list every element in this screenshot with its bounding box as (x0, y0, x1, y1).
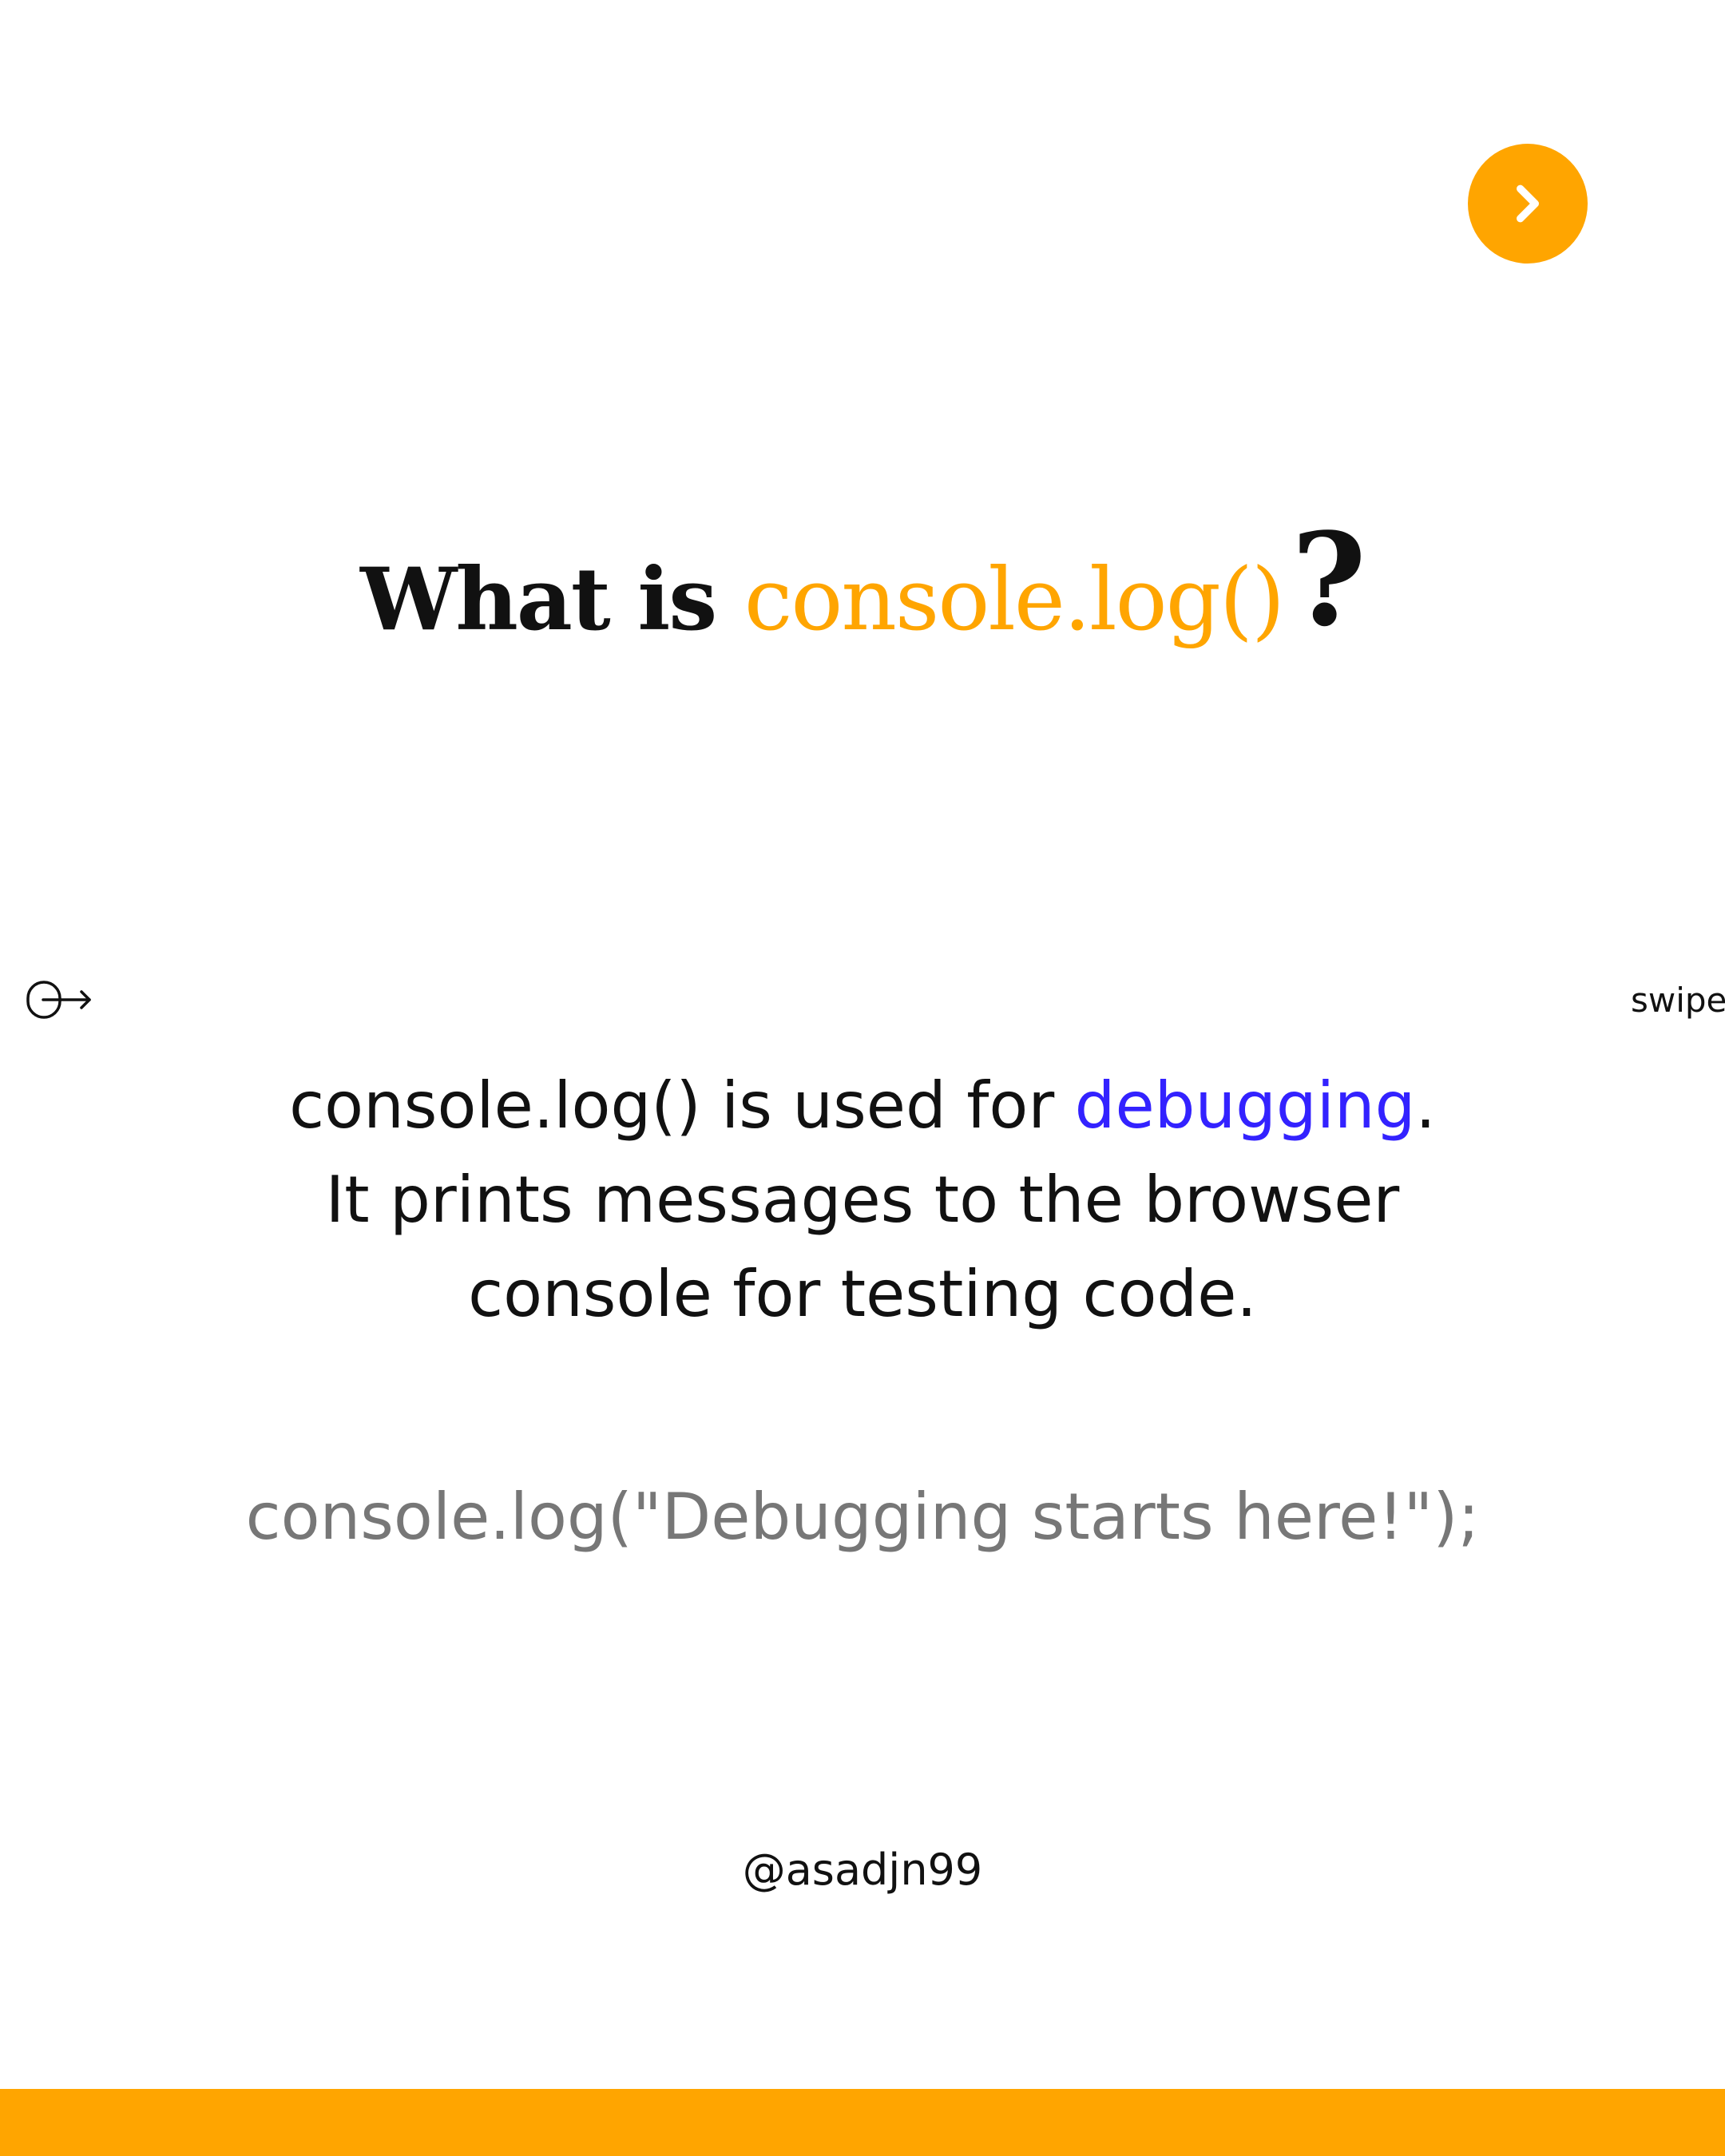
next-button[interactable] (1468, 144, 1588, 264)
page-title: What is console.log()? (0, 503, 1725, 656)
description: console.log() is used for debugging. It … (0, 1059, 1725, 1342)
author-handle: @asadjn99 (742, 1845, 983, 1895)
bottom-accent-bar (0, 2089, 1725, 2156)
title-highlight: console.log() (744, 550, 1285, 650)
swipe-hint-right: swipe (1631, 977, 1725, 1022)
swipe-hint-left: e (0, 977, 94, 1022)
code-example: console.log("Debugging starts here!"); (245, 1480, 1480, 1554)
swipe-arrow-icon (26, 981, 91, 1019)
description-line-1: console.log() is used for debugging. (289, 1068, 1436, 1143)
keyword-debugging: debugging (1074, 1068, 1416, 1143)
description-line-3: console for testing code. (468, 1257, 1257, 1331)
swipe-right-label: swipe (1631, 980, 1725, 1020)
swipe-left-label: e (0, 981, 2, 1020)
title-question-mark: ? (1291, 505, 1366, 655)
description-line-2: It prints messages to the browser (325, 1163, 1400, 1237)
title-prefix: What is (360, 549, 744, 650)
chevron-right-icon (1517, 184, 1539, 223)
